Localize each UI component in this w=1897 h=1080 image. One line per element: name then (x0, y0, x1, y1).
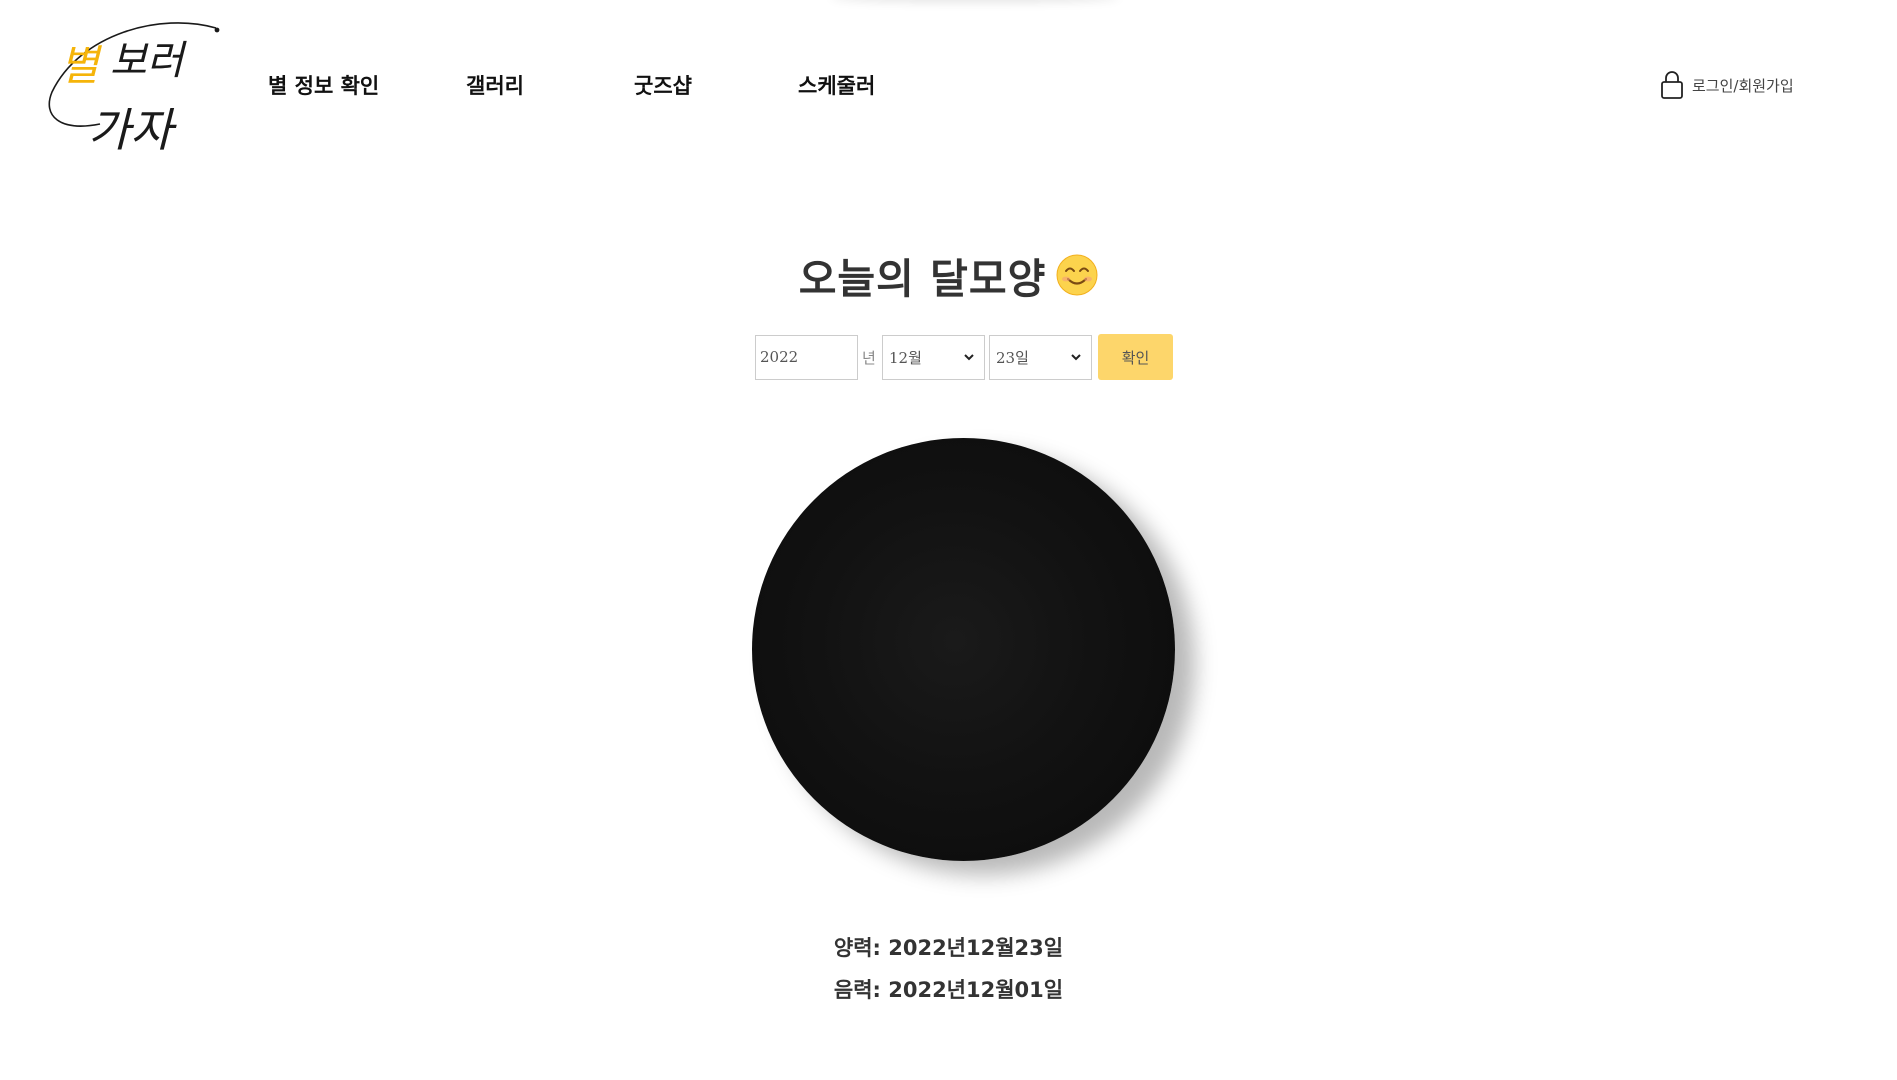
nav-item-star-info[interactable]: 별 정보 확인 (268, 70, 379, 100)
site-logo[interactable]: 별 보러 가자 (40, 14, 230, 164)
lock-icon (1660, 70, 1684, 100)
lunar-date: 음력: 2022년12월01일 (833, 978, 1064, 1002)
moon-phase-disc (752, 438, 1175, 861)
page-title: 오늘의 달모양 (798, 255, 1047, 303)
svg-text:가자: 가자 (88, 103, 177, 157)
chevron-down-icon (1071, 353, 1081, 360)
date-form: 년 12월 23일 확인 (755, 334, 1173, 380)
login-signup-label: 로그인/회원가입 (1692, 76, 1794, 95)
svg-text:보러: 보러 (110, 38, 187, 84)
confirm-button[interactable]: 확인 (1098, 334, 1173, 380)
nav-item-scheduler[interactable]: 스케줄러 (798, 70, 875, 100)
logo-graphic: 별 보러 가자 (48, 22, 220, 157)
year-unit-label: 년 (862, 348, 876, 367)
day-select[interactable]: 23일 (989, 334, 1092, 380)
moon-image (752, 438, 1175, 861)
nav-item-gallery[interactable]: 갤러리 (466, 70, 524, 100)
month-select-value: 12월 (889, 348, 922, 367)
day-select-value: 23일 (996, 348, 1029, 367)
nav-item-goods-shop[interactable]: 굿즈샵 (634, 70, 692, 100)
chevron-down-icon (964, 353, 974, 360)
solar-date: 양력: 2022년12월23일 (833, 936, 1064, 960)
moon-title-row: 오늘의 달모양 (0, 245, 1897, 305)
date-result: 양력: 2022년12월23일 음력: 2022년12월01일 (0, 927, 1897, 1011)
month-select[interactable]: 12월 (882, 334, 985, 380)
svg-text:별: 별 (60, 41, 102, 90)
smiling-face-icon (1056, 254, 1098, 296)
year-input[interactable] (755, 334, 858, 380)
site-header: 별 보러 가자 별 정보 확인 갤러리 굿즈샵 스케줄러 로그인/회원가입 (0, 0, 1897, 170)
login-signup-link[interactable]: 로그인/회원가입 (1660, 70, 1794, 100)
